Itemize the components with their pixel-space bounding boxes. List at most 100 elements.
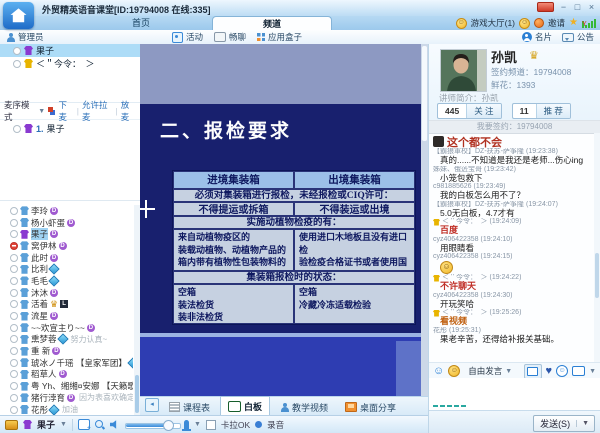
status-button[interactable] bbox=[537, 2, 554, 12]
list-item[interactable]: 流星D bbox=[0, 310, 133, 322]
chevron-down-icon: ▼ bbox=[505, 368, 512, 375]
mic-order-item[interactable]: 1.果子 bbox=[0, 122, 65, 135]
heart-icon[interactable]: ♥ bbox=[546, 366, 553, 377]
list-item[interactable]: 花彤加油 bbox=[0, 404, 133, 415]
list-item[interactable]: 粤 Yh、缃缃¤安娜 【天籁歌手】 bbox=[0, 380, 133, 392]
close-button[interactable]: × bbox=[587, 3, 596, 12]
chevron-down-icon[interactable]: ▼ bbox=[194, 421, 201, 428]
send-button[interactable]: 发送(S) ▼ bbox=[533, 415, 595, 432]
tab-home[interactable]: 首页 bbox=[112, 16, 170, 30]
speech-mode-selector[interactable]: 自由发言 ▼ bbox=[468, 365, 512, 377]
user-name: 毛毛 bbox=[31, 275, 48, 287]
user-name: 杨小虾蛋 bbox=[31, 217, 65, 229]
maximize-button[interactable]: □ bbox=[573, 3, 582, 12]
activity-button[interactable]: 活动 bbox=[172, 31, 203, 43]
volume-slider[interactable] bbox=[125, 420, 179, 429]
zoom-icon[interactable] bbox=[95, 420, 105, 430]
record-icon[interactable] bbox=[255, 421, 262, 428]
app-box-button[interactable]: 应用盒子 bbox=[257, 31, 302, 43]
tab-desktop-share[interactable]: 桌面分享 bbox=[338, 399, 403, 415]
chat-message-text: 开玩笑哈 bbox=[433, 300, 592, 310]
game-hall-link[interactable]: 游戏大厅(1) bbox=[471, 17, 515, 29]
table-cell-right: 使用进口木地板且没有进口检 验检疫合格证书或者使用国产 木地板没有永久免疫处理的 bbox=[294, 229, 415, 271]
board-scrollbar[interactable] bbox=[421, 44, 428, 396]
favorite-star-icon[interactable]: ★ bbox=[569, 18, 578, 28]
divider bbox=[72, 419, 73, 431]
admin-button[interactable]: 管理员 bbox=[6, 31, 44, 43]
minimize-button[interactable]: − bbox=[559, 3, 568, 12]
card-icon bbox=[522, 32, 532, 42]
list-item[interactable]: ~~欢宣主り~~D bbox=[0, 322, 133, 334]
slide-bottom-edge bbox=[140, 333, 421, 337]
list-item[interactable]: 重 新D bbox=[0, 345, 133, 357]
list-item[interactable]: 窝伊林D bbox=[0, 240, 133, 252]
user-name: 比利 bbox=[31, 263, 48, 275]
speaker-icon[interactable] bbox=[110, 420, 120, 430]
game-hall-icon: ☺ bbox=[456, 18, 467, 29]
list-item[interactable]: 活着♛L bbox=[0, 299, 133, 311]
vest-icon bbox=[433, 310, 440, 317]
tab-whiteboard[interactable]: 白板 bbox=[220, 396, 270, 415]
collapse-panel-icon[interactable]: ◂ bbox=[145, 398, 159, 412]
vip-emoticon-icon[interactable]: ☺ bbox=[448, 365, 460, 377]
scrollbar-thumb[interactable] bbox=[422, 46, 427, 141]
chat-bubble-icon[interactable] bbox=[572, 366, 585, 376]
record-label[interactable]: 录音 bbox=[267, 419, 284, 431]
user-name: 琥冰ノ千瑶 【皇家军团】 bbox=[31, 357, 127, 369]
chat-timestamp: (19:25:26) bbox=[490, 309, 522, 317]
chat-input[interactable] bbox=[429, 378, 600, 410]
scrollbar-thumb[interactable] bbox=[135, 375, 139, 413]
vest-icon bbox=[20, 405, 29, 414]
radio-icon bbox=[10, 382, 18, 390]
mic-queue-item[interactable]: ＜＂今令： ＞ bbox=[0, 57, 140, 70]
scrollbar-thumb[interactable] bbox=[595, 253, 599, 298]
level-badge-icon: D bbox=[67, 394, 75, 402]
chevron-down-icon[interactable]: ▼ bbox=[589, 368, 596, 375]
user-name: 稻草人 bbox=[31, 368, 57, 380]
tab-channel[interactable]: 频道 bbox=[212, 16, 332, 31]
list-item[interactable]: 稻草人D bbox=[0, 369, 133, 381]
chevron-down-icon[interactable]: ▼ bbox=[60, 421, 67, 428]
mode-settings-icon[interactable] bbox=[48, 107, 55, 115]
chat-timestamp: (19:24:10) bbox=[481, 236, 513, 244]
emoticon-icon[interactable]: ☺ bbox=[433, 366, 444, 377]
radio-icon bbox=[10, 335, 18, 343]
notice-button[interactable]: 公告 bbox=[562, 31, 594, 43]
chat-message-list: 这个都不会【霸狼軍校】DZ-扶苏-萨筝隆 (19:23:38)真的......不… bbox=[429, 133, 594, 364]
list-item[interactable]: 沐沐D bbox=[0, 287, 133, 299]
table-cell-left: 不得提运或拆箱 bbox=[173, 202, 294, 216]
chat-scrollbar[interactable] bbox=[594, 133, 600, 362]
mic-mode-label[interactable]: 麦序模式 bbox=[4, 99, 35, 123]
crown-badge-icon: ♛ bbox=[50, 300, 58, 309]
karaoke-checkbox[interactable] bbox=[206, 420, 216, 430]
send-options-caret[interactable]: ▼ bbox=[576, 420, 594, 427]
chat-button[interactable]: 畅聊 bbox=[214, 31, 246, 43]
tab-schedule[interactable]: 课程表 bbox=[162, 399, 217, 415]
list-item[interactable]: 比利 bbox=[0, 263, 133, 275]
follow-button[interactable]: 445 关 注 bbox=[437, 103, 502, 119]
video-toggle-button[interactable] bbox=[524, 364, 542, 379]
slider-knob[interactable] bbox=[163, 420, 174, 431]
mic-action-link[interactable]: 下麦 bbox=[58, 99, 73, 123]
level-badge-icon: D bbox=[52, 347, 60, 355]
recommend-button[interactable]: 11 推 荐 bbox=[512, 103, 571, 119]
list-item[interactable]: 杨小虾蛋D bbox=[0, 217, 133, 229]
face-icon[interactable]: ☺ bbox=[556, 365, 568, 377]
list-item[interactable]: 琥冰ノ千瑶 【皇家军团】 bbox=[0, 357, 133, 369]
list-item[interactable]: 熏梦蓉努力认真~ bbox=[0, 334, 133, 346]
microphone-icon[interactable] bbox=[184, 420, 189, 429]
list-item[interactable]: 此时D bbox=[0, 252, 133, 264]
sign-up-bar[interactable]: 我要签约：19794008 bbox=[429, 120, 600, 134]
level-badge-icon: D bbox=[59, 242, 67, 250]
list-item[interactable]: 果子D bbox=[0, 228, 133, 240]
list-item[interactable]: 李玲D bbox=[0, 205, 133, 217]
mic-action-link[interactable]: 放麦 bbox=[121, 99, 136, 123]
invite-link[interactable]: 邀请 bbox=[548, 17, 565, 29]
card-button[interactable]: 名片 bbox=[522, 31, 552, 43]
list-item[interactable]: 猪行浡育D因为表喜欢确定无尾熊 bbox=[0, 392, 133, 404]
tab-video[interactable]: 教学视频 bbox=[273, 399, 335, 415]
mic-queue-item[interactable]: 果子 bbox=[0, 44, 140, 57]
mic-action-link[interactable]: 允许拉麦 bbox=[82, 99, 113, 123]
screenshot-icon[interactable] bbox=[78, 419, 90, 430]
list-item[interactable]: 毛毛 bbox=[0, 275, 133, 287]
